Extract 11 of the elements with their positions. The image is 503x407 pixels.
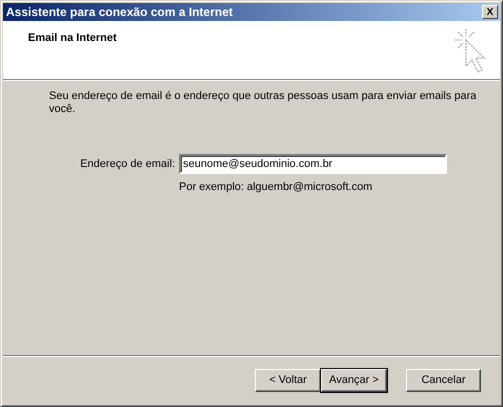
example-text: Por exemplo: alguembr@microsoft.com xyxy=(179,181,374,193)
cursor-icon xyxy=(454,28,488,74)
window-title: Assistente para conexão com a Internet xyxy=(6,5,233,19)
wizard-button[interactable]: Cancelar xyxy=(406,368,481,392)
email-input-field[interactable]: seunome@seudominio.com.br xyxy=(179,154,447,174)
wizard-button[interactable]: Avançar > xyxy=(321,368,387,392)
close-button[interactable]: X xyxy=(482,5,498,19)
wizard-button[interactable]: < Voltar xyxy=(255,368,321,392)
page-title: Email na Internet xyxy=(28,32,117,46)
field-label: Endereço de email: xyxy=(79,158,175,170)
description-text: Seu endereço de email é o endereço que outras pessoas usam para enviar emails para você. xyxy=(49,90,478,116)
